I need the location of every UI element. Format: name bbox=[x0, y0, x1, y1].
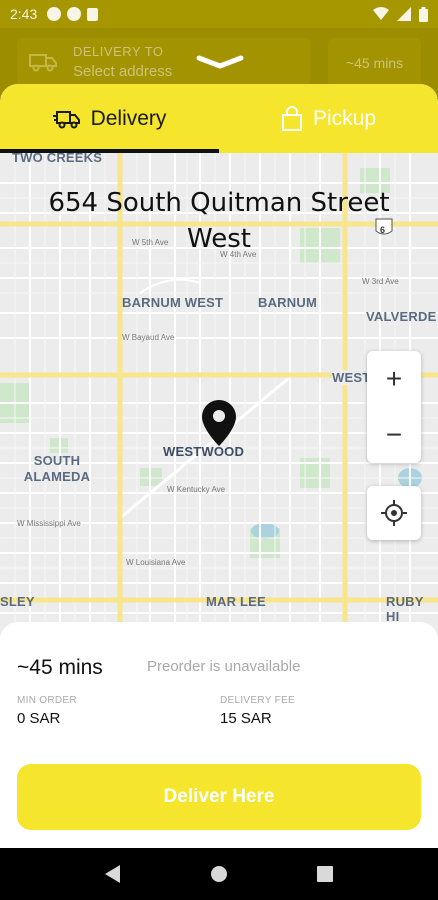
neighborhood-label: RUBY HI bbox=[386, 594, 424, 624]
zoom-controls: + − bbox=[367, 351, 421, 463]
neighborhood-label: VALVERDE bbox=[366, 309, 437, 324]
neighborhood-label: SOUTH ALAMEDA bbox=[23, 453, 91, 484]
neighborhood-label: BARNUM WEST bbox=[122, 295, 224, 310]
truck-icon bbox=[52, 110, 80, 128]
header-eta-badge: ~45 mins bbox=[328, 38, 421, 88]
street-label: W Kentucky Ave bbox=[167, 485, 226, 494]
signal-icon bbox=[397, 7, 411, 21]
delivery-fee-value: 15 SAR bbox=[220, 710, 272, 727]
tab-delivery-label: Delivery bbox=[90, 106, 167, 130]
neighborhood-label: MAR LEE bbox=[206, 594, 266, 609]
street-label: W Mississippi Ave bbox=[17, 519, 81, 528]
location-pin-icon bbox=[202, 400, 236, 446]
neighborhood-label: BARNUM bbox=[258, 295, 317, 310]
notification-play-icon bbox=[67, 7, 82, 21]
status-notification-icons bbox=[47, 7, 99, 21]
min-order-value: 0 SAR bbox=[17, 710, 61, 727]
crosshair-icon bbox=[381, 500, 407, 526]
map-address-title: 654 South Quitman Street West bbox=[48, 188, 390, 254]
preorder-note: Preorder is unavailable bbox=[147, 658, 301, 675]
address-selector[interactable]: DELIVERY TO Select address bbox=[17, 38, 310, 88]
map-view[interactable]: 654 South Quitman Street West TWO CREEKS… bbox=[0, 153, 438, 643]
delivery-fee-label: DELIVERY FEE bbox=[220, 695, 295, 706]
street-label: W 3rd Ave bbox=[362, 277, 399, 286]
deliver-here-button[interactable]: Deliver Here bbox=[17, 764, 421, 830]
home-circle-icon bbox=[211, 866, 227, 882]
back-button[interactable] bbox=[93, 854, 133, 894]
street-label: W Louisiana Ave bbox=[126, 558, 186, 567]
tab-pickup[interactable]: Pickup bbox=[219, 84, 438, 153]
notification-app-icon bbox=[47, 7, 62, 21]
address-value: Select address bbox=[73, 63, 173, 80]
status-time: 2:43 bbox=[10, 6, 38, 22]
delivery-info-card: ~45 mins Preorder is unavailable MIN ORD… bbox=[0, 622, 438, 848]
delivery-bottom-sheet: Delivery Pickup 654 South Quitman Street… bbox=[0, 84, 438, 848]
bag-icon bbox=[281, 105, 302, 131]
zoom-out-button[interactable]: − bbox=[367, 407, 421, 463]
recents-square-icon bbox=[317, 866, 333, 882]
my-location-button[interactable] bbox=[367, 486, 421, 540]
back-triangle-icon bbox=[105, 865, 120, 883]
neighborhood-label: TWO CREEKS bbox=[12, 153, 103, 165]
neighborhood-label: WEST bbox=[332, 370, 371, 385]
tab-delivery[interactable]: Delivery bbox=[0, 84, 219, 153]
tab-pickup-label: Pickup bbox=[312, 106, 377, 130]
street-label: W 4th Ave bbox=[220, 250, 257, 259]
truck-icon bbox=[29, 54, 57, 72]
wifi-icon bbox=[373, 7, 389, 20]
street-label: W 5th Ave bbox=[132, 238, 169, 247]
zoom-in-button[interactable]: + bbox=[367, 351, 421, 407]
recents-button[interactable] bbox=[305, 854, 345, 894]
system-nav-bar bbox=[0, 848, 438, 900]
min-order-label: MIN ORDER bbox=[17, 695, 77, 706]
neighborhood-label: WESTWOOD bbox=[163, 444, 245, 459]
eta-value: ~45 mins bbox=[17, 656, 103, 679]
status-system-icons bbox=[373, 6, 428, 22]
street-label: W Bayaud Ave bbox=[122, 333, 175, 342]
neighborhood-label: SLEY bbox=[0, 594, 35, 609]
status-bar: 2:43 bbox=[0, 0, 438, 28]
address-label: DELIVERY TO bbox=[73, 44, 164, 59]
battery-icon bbox=[419, 6, 428, 22]
home-button[interactable] bbox=[199, 854, 239, 894]
order-type-tabs: Delivery Pickup bbox=[0, 84, 438, 153]
sd-card-icon bbox=[87, 7, 99, 21]
highway-shield-number: 6 bbox=[380, 225, 386, 235]
chevron-down-icon[interactable] bbox=[196, 54, 244, 70]
